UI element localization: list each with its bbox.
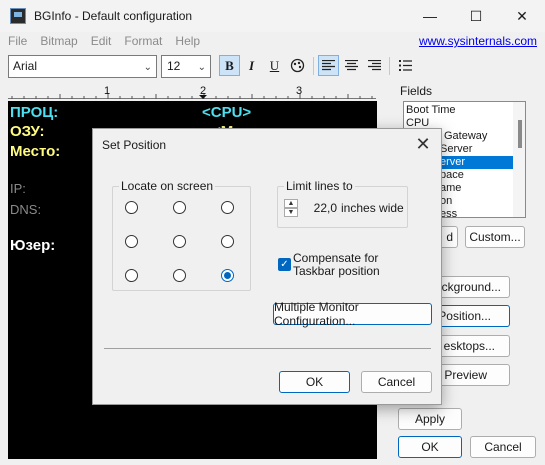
menu-edit[interactable]: Edit <box>91 34 112 48</box>
taskbar-label-line1: Compensate for <box>293 251 379 265</box>
canvas-cpu-label: ПРОЦ: <box>10 104 59 121</box>
radio-bottom-right[interactable] <box>221 269 234 282</box>
align-center-icon <box>345 60 358 71</box>
taskbar-checkbox[interactable]: ✓ <box>278 258 291 271</box>
bullet-list-icon <box>399 60 412 71</box>
limit-lines-group: Limit lines to ▲ ▼ 22,0 inches wide <box>277 179 408 228</box>
menu-file[interactable]: File <box>8 34 27 48</box>
text-color-button[interactable] <box>287 55 308 76</box>
dialog-divider <box>104 348 431 349</box>
fields-label: Fields <box>400 84 433 98</box>
canvas-ip-label: IP: <box>10 181 26 196</box>
format-toolbar: Arial ⌄ 12 ⌄ B I U <box>0 53 545 81</box>
canvas-cpu-value: <CPU> <box>202 104 252 121</box>
radio-middle-left[interactable] <box>125 235 138 248</box>
limit-lines-label: Limit lines to <box>284 179 355 193</box>
maximize-button[interactable]: ☐ <box>453 0 499 32</box>
locate-on-screen-label: Locate on screen <box>119 179 216 193</box>
main-ok-button[interactable]: OK <box>398 436 462 458</box>
canvas-user-label: Юзер: <box>10 237 56 254</box>
radio-middle-right[interactable] <box>221 235 234 248</box>
font-size-select[interactable]: 12 ⌄ <box>161 55 211 78</box>
ruler-label: 3 <box>296 85 303 97</box>
align-right-icon <box>368 60 381 71</box>
font-size-value: 12 <box>167 59 181 73</box>
canvas-dns-label: DNS: <box>10 202 42 217</box>
close-icon: ✕ <box>415 133 431 154</box>
toolbar-divider <box>313 57 314 75</box>
ruler-label: 1 <box>104 85 111 97</box>
minimize-button[interactable]: — <box>407 0 453 32</box>
canvas-ram-label: ОЗУ: <box>10 123 45 140</box>
taskbar-label-line2: Taskbar position <box>293 264 380 278</box>
spin-down-button[interactable]: ▼ <box>284 208 298 217</box>
bginfo-app-icon <box>10 8 26 24</box>
align-left-button[interactable] <box>318 55 339 76</box>
ruler-label: 2 <box>200 85 207 97</box>
spin-up-button[interactable]: ▲ <box>284 199 298 208</box>
close-button[interactable]: ✕ <box>499 0 545 32</box>
font-value: Arial <box>13 59 38 73</box>
locate-on-screen-group: Locate on screen <box>112 179 251 291</box>
limit-width-input[interactable]: 22,0 <box>302 201 337 215</box>
canvas-disk-label: Место: <box>10 143 61 160</box>
dialog-title: Set Position <box>102 138 167 152</box>
menu-format[interactable]: Format <box>124 34 162 48</box>
sysinternals-link[interactable]: www.sysinternals.com <box>419 34 537 48</box>
ruler-ticks <box>11 93 373 99</box>
toolbar-divider <box>389 57 390 75</box>
chevron-down-icon: ⌄ <box>143 62 152 73</box>
dialog-ok-button[interactable]: OK <box>279 371 350 393</box>
underline-button[interactable]: U <box>264 55 285 76</box>
multi-monitor-button[interactable]: Multiple Monitor Configuration... <box>273 300 432 328</box>
bold-button[interactable]: B <box>219 55 240 76</box>
apply-button[interactable]: Apply <box>398 408 462 430</box>
chevron-down-icon: ⌄ <box>197 62 206 73</box>
radio-top-center[interactable] <box>173 201 186 214</box>
scrollbar-thumb[interactable] <box>518 120 522 148</box>
italic-button[interactable]: I <box>241 55 262 76</box>
set-position-dialog: Set Position ✕ Locate on screen Limit li… <box>92 128 442 405</box>
main-cancel-button[interactable]: Cancel <box>470 436 536 458</box>
custom-button[interactable]: Custom... <box>465 226 525 248</box>
font-select[interactable]: Arial ⌄ <box>8 55 157 78</box>
field-item[interactable]: Boot Time <box>404 104 525 117</box>
radio-middle-center[interactable] <box>173 235 186 248</box>
ruler: 1 2 3 <box>8 85 376 99</box>
radio-top-left[interactable] <box>125 201 138 214</box>
fields-scrollbar[interactable] <box>513 102 525 217</box>
palette-icon <box>290 58 305 73</box>
radio-top-right[interactable] <box>221 201 234 214</box>
align-left-icon <box>322 60 335 71</box>
bullets-button[interactable] <box>395 55 416 76</box>
checkmark-icon: ✓ <box>280 259 289 270</box>
dialog-cancel-button[interactable]: Cancel <box>361 371 432 393</box>
radio-bottom-left[interactable] <box>125 269 138 282</box>
window-title: BGInfo - Default configuration <box>34 9 193 23</box>
align-right-button[interactable] <box>364 55 385 76</box>
radio-bottom-center[interactable] <box>173 269 186 282</box>
title-bar: BGInfo - Default configuration — ☐ ✕ <box>0 0 545 32</box>
align-center-button[interactable] <box>341 55 362 76</box>
menu-bitmap[interactable]: Bitmap <box>40 34 77 48</box>
menu-help[interactable]: Help <box>175 34 200 48</box>
dialog-close-button[interactable]: ✕ <box>409 131 437 157</box>
limit-unit-label: inches wide <box>341 201 404 215</box>
